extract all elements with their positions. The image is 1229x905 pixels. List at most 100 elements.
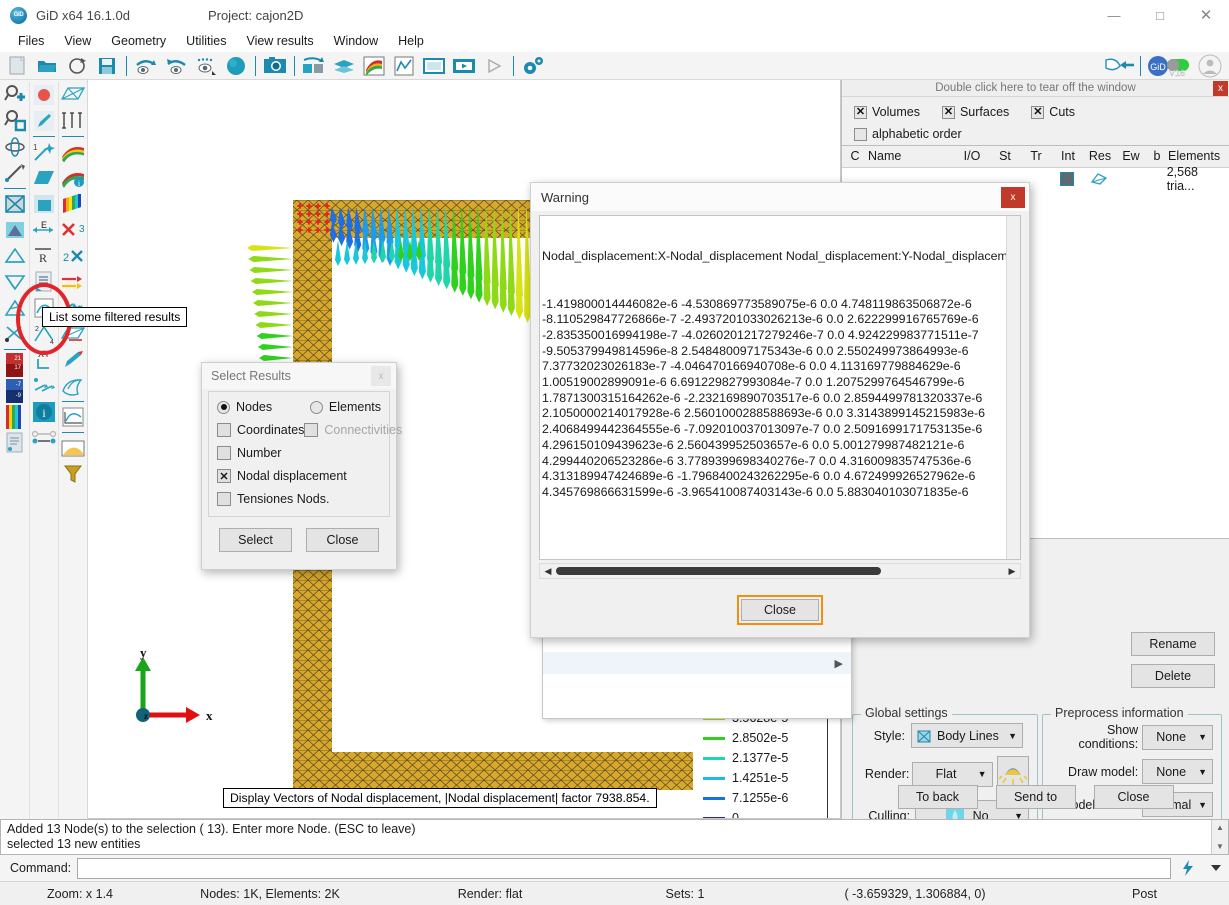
close-panel-button[interactable]: Close [1094,785,1174,809]
settings-gear-icon[interactable] [518,53,548,79]
menu-help[interactable]: Help [388,32,434,50]
beam-structure-icon[interactable] [60,108,87,134]
info-icon[interactable]: i [31,399,58,425]
tearoff-bar[interactable]: Double click here to tear off the window… [842,80,1229,97]
number-checkbox[interactable] [217,446,231,460]
arrow-flag-icon[interactable] [1104,53,1134,79]
open-folder-icon[interactable] [32,53,62,79]
new-file-icon[interactable] [2,53,32,79]
elements-radio[interactable] [310,401,323,414]
select-results-close-icon[interactable]: x [371,366,391,386]
style-combo[interactable]: Body Lines ▼ [911,723,1023,748]
animation-frame-icon[interactable] [419,53,449,79]
list-results-icon[interactable] [1,430,28,456]
option-elements[interactable]: Elements [310,400,381,414]
iso-surface-icon[interactable] [60,373,87,399]
alphabetic-order-checkbox[interactable]: ✕ [854,128,867,141]
option-coordinates[interactable]: Coordinates [217,423,304,437]
select-results-dialog[interactable]: Select Results x Nodes Elements Coordina… [201,362,397,570]
send-to-button[interactable]: Send to [996,785,1076,809]
filter-alphabetic-order[interactable]: ✕ alphabetic order [854,127,1219,141]
to-back-button[interactable]: To back [898,785,978,809]
beam-icon[interactable]: R [31,243,58,269]
tensiones-checkbox[interactable] [217,492,231,506]
rainbow-info-icon[interactable]: i [60,165,87,191]
x2-icon[interactable]: 2 [60,243,87,269]
rotate-free-icon[interactable] [1,134,28,160]
xy-axes-icon[interactable]: XY [31,347,58,373]
scroll-down-arrow[interactable]: ▼ [1216,839,1224,854]
render-combo[interactable]: Flat ▼ [912,762,992,787]
rename-button[interactable]: Rename [1131,632,1215,656]
warning-results-text[interactable]: Nodal_displacement:X-Nodal_displacement … [539,215,1021,560]
view-triangle2-icon[interactable] [1,269,28,295]
cuts-checkbox[interactable]: ✕ [1031,106,1044,119]
gid-toggle-icon[interactable]: GiD V16 [1147,53,1193,79]
filter-volumes[interactable]: ✕ Volumes [854,105,920,119]
menu-utilities[interactable]: Utilities [176,32,236,50]
pencil-color-icon[interactable] [60,347,87,373]
res-icon[interactable] [1083,172,1115,186]
line-measure-icon[interactable] [31,425,58,451]
menu-view-results[interactable]: View results [236,32,323,50]
gradient-icon[interactable] [60,435,87,461]
warning-vertical-scrollbar[interactable] [1006,216,1020,559]
rotate-cube-icon[interactable] [299,53,329,79]
option-number-row[interactable]: Number [217,446,381,460]
option-nodal-displacement-row[interactable]: ✕ Nodal displacement [217,469,381,483]
render-smooth-icon[interactable] [1,217,28,243]
panel-close-button[interactable]: x [1213,81,1228,96]
context-menu-item-3[interactable] [543,674,851,696]
refresh-icon[interactable] [62,53,92,79]
play-icon[interactable] [479,53,509,79]
rainbow-smooth-icon[interactable] [60,139,87,165]
point-red-icon[interactable] [31,82,58,108]
view-triangle-icon[interactable] [1,243,28,269]
mesh-icon[interactable] [60,82,87,108]
arrows-icon[interactable] [60,269,87,295]
option-nodes[interactable]: Nodes [217,400,310,414]
menu-view[interactable]: View [54,32,101,50]
color-bars-icon[interactable] [1,404,28,430]
hscroll-track[interactable] [554,563,1006,579]
layers-icon[interactable] [329,53,359,79]
sphere-render-icon[interactable] [221,53,251,79]
warning-horizontal-scrollbar[interactable]: ◀ ▶ [539,563,1021,579]
x3-icon[interactable]: 3 [60,217,87,243]
graph-icon[interactable] [389,53,419,79]
magic-wand-icon[interactable]: 1 [31,139,58,165]
coordinates-checkbox[interactable] [217,423,231,437]
surfaces-checkbox[interactable]: ✕ [942,106,955,119]
camera-icon[interactable] [260,53,290,79]
maximize-button[interactable]: □ [1137,0,1183,30]
scroll-up-arrow[interactable]: ▲ [1216,820,1224,835]
graph-plot-icon[interactable] [60,404,87,430]
close-window-button[interactable]: ✕ [1183,0,1229,30]
dropdown-history-icon[interactable] [1205,857,1227,879]
menu-geometry[interactable]: Geometry [101,32,176,50]
option-tensiones-row[interactable]: Tensiones Nods. [217,492,381,506]
context-menu-item-2[interactable]: ▶ [543,652,851,674]
draw-model-combo[interactable]: None ▼ [1142,759,1213,784]
nodes-radio[interactable] [217,401,230,414]
stripes-icon[interactable] [60,191,87,217]
warning-close-icon[interactable]: x [1001,187,1025,208]
menu-window[interactable]: Window [324,32,388,50]
filter-funnel-icon[interactable] [60,461,87,487]
menu-files[interactable]: Files [8,32,54,50]
undo-view-icon[interactable] [131,53,161,79]
command-input[interactable] [77,858,1171,879]
cut-scissors-icon[interactable] [1,321,28,347]
volumes-checkbox[interactable]: ✕ [854,106,867,119]
save-icon[interactable] [92,53,122,79]
film-icon[interactable] [449,53,479,79]
hscroll-right-arrow[interactable]: ▶ [1006,566,1018,577]
select-button[interactable]: Select [219,528,292,552]
pan-icon[interactable] [1,160,28,186]
surface-icon[interactable] [31,165,58,191]
zoom-window-icon[interactable] [1,108,28,134]
hscroll-left-arrow[interactable]: ◀ [542,566,554,577]
filter-cuts[interactable]: ✕ Cuts [1031,105,1075,119]
lightning-icon[interactable] [1177,857,1199,879]
list-filtered-results-icon[interactable] [31,269,58,295]
